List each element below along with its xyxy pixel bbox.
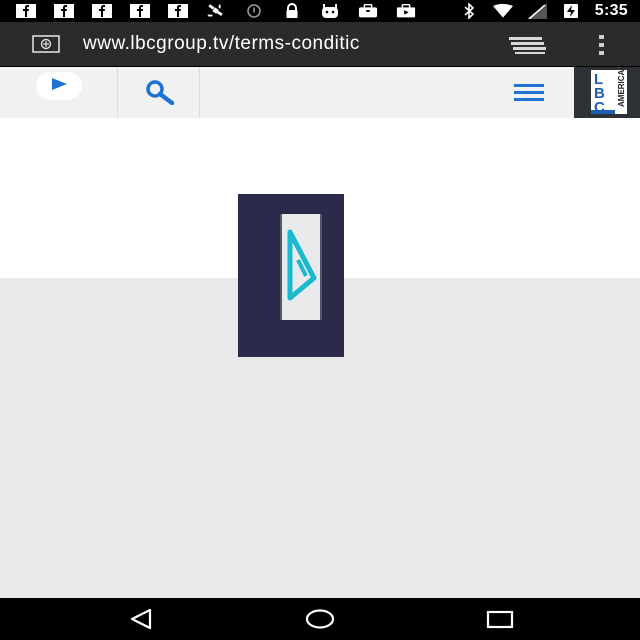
facebook-icon — [168, 4, 188, 18]
site-header: L B C AMERICA — [0, 67, 640, 118]
live-play-button[interactable] — [36, 72, 82, 100]
loading-overlay — [238, 194, 344, 357]
signal-icon — [526, 3, 547, 19]
toolbar-divider — [199, 67, 200, 118]
video-icon — [396, 4, 416, 18]
browser-toolbar: www.lbcgroup.tv/terms-conditic — [0, 22, 640, 89]
overflow-menu-icon[interactable] — [598, 34, 606, 56]
satellite-icon — [206, 4, 226, 18]
wifi-icon — [492, 3, 513, 18]
toolbar-divider — [117, 67, 118, 118]
svg-text:AMERICA: AMERICA — [617, 69, 626, 107]
url-field[interactable]: www.lbcgroup.tv/terms-conditic — [83, 32, 478, 56]
loading-logo-icon — [286, 226, 318, 311]
menu-icon[interactable] — [514, 84, 544, 101]
bluetooth-icon — [459, 3, 479, 19]
briefcase-icon — [358, 4, 378, 18]
play-icon — [50, 77, 68, 96]
site-info-icon[interactable] — [32, 35, 60, 53]
facebook-icon — [92, 4, 112, 18]
alert-circle-icon — [244, 4, 264, 18]
facebook-icon — [54, 4, 74, 18]
system-navigation-bar — [0, 598, 640, 640]
status-bar: 5:35 — [0, 0, 640, 22]
system-status-icons: 5:35 — [459, 2, 628, 20]
search-icon[interactable] — [142, 79, 178, 106]
facebook-icon — [130, 4, 150, 18]
lbc-america-logo[interactable]: L B C AMERICA — [574, 67, 640, 118]
recents-icon[interactable] — [485, 607, 515, 631]
clock: 5:35 — [594, 2, 628, 19]
back-icon[interactable] — [126, 607, 156, 631]
tabs-switcher-icon[interactable] — [509, 35, 547, 55]
notification-icons — [16, 3, 459, 18]
home-icon[interactable] — [305, 607, 335, 631]
android-icon — [320, 4, 340, 18]
facebook-icon — [16, 4, 36, 18]
loading-card — [280, 214, 322, 320]
battery-charging-icon — [561, 4, 581, 18]
lock-icon — [282, 3, 302, 18]
